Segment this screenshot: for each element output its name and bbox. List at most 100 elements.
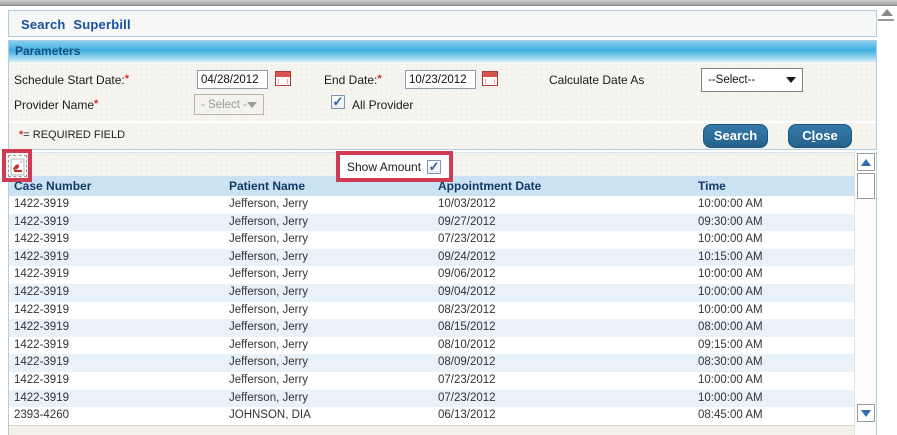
close-button[interactable]: Close: [788, 124, 852, 148]
table-row[interactable]: 1422-3919 Jefferson, Jerry 07/23/2012 10:00…: [9, 372, 855, 390]
all-provider-checkbox[interactable]: ✓: [331, 95, 345, 109]
show-amount-annotation-highlight: Show Amount ✓: [336, 151, 453, 182]
pdf-annotation-highlight: [2, 149, 32, 182]
table-cell: 07/23/2012: [438, 372, 496, 390]
grid-scrollbar-up-button[interactable]: [857, 153, 875, 171]
table-cell: 08/10/2012: [438, 337, 496, 355]
table-row[interactable]: 1422-3919Jefferson, Jerry07/23/201210:00…: [9, 390, 855, 408]
table-cell: Jefferson, Jerry: [229, 196, 308, 214]
provider-name-select[interactable]: - Select -: [194, 94, 264, 115]
table-cell: 08:00:00 AM: [698, 319, 763, 337]
calendar-icon-start-date[interactable]: [275, 71, 291, 86]
table-cell: 10:00:00 AM: [698, 302, 763, 320]
end-date-input[interactable]: [405, 70, 476, 89]
table-row[interactable]: 1422-3919 Jefferson, Jerry 07/23/2012 10:00…: [9, 231, 855, 249]
table-cell: 08/15/2012: [438, 319, 496, 337]
show-amount-checkbox[interactable]: ✓: [427, 160, 441, 174]
table-cell: Jefferson, Jerry: [229, 249, 308, 267]
table-cell: 10:00:00 AM: [698, 231, 763, 249]
end-date-label: End Date:*: [324, 73, 382, 87]
table-cell: 1422-3919: [14, 231, 69, 249]
required-asterisk: *: [377, 73, 381, 85]
table-cell: 1422-3919: [14, 390, 69, 408]
table-cell: 09/27/2012: [438, 214, 496, 232]
calculate-date-as-select[interactable]: --Select--: [701, 68, 803, 92]
table-cell: Jefferson, Jerry: [229, 266, 308, 284]
calculate-date-as-value: --Select--: [708, 74, 755, 86]
calendar-icon-end-date[interactable]: [482, 71, 498, 86]
column-header-appointment-date[interactable]: Appointment Date: [438, 176, 541, 196]
table-row[interactable]: 1422-3919Jefferson, Jerry09/04/201210:00…: [9, 284, 855, 302]
table-row[interactable]: 1422-3919 Jefferson, Jerry 08/23/2012 10:00…: [9, 302, 855, 320]
table-cell: 10:15:00 AM: [698, 249, 763, 267]
table-cell: 1422-3919: [14, 284, 69, 302]
table-cell: Jefferson, Jerry: [229, 231, 308, 249]
table-cell: Jefferson, Jerry: [229, 337, 308, 355]
all-provider-label: All Provider: [352, 98, 413, 112]
grid-scrollbar-thumb[interactable]: [857, 173, 875, 199]
table-cell: JOHNSON, DIA: [229, 407, 311, 425]
column-header-time[interactable]: Time: [698, 176, 726, 196]
table-cell: Jefferson, Jerry: [229, 302, 308, 320]
schedule-start-date-input[interactable]: [197, 70, 268, 89]
outer-scrollbar-up-icon[interactable]: [881, 9, 893, 16]
show-amount-label: Show Amount: [347, 160, 421, 174]
table-row[interactable]: 1422-3919Jefferson, Jerry10/03/201210:00…: [9, 196, 855, 214]
grid-scrollbar-down-button[interactable]: [857, 404, 875, 422]
table-row[interactable]: 1422-3919Jefferson, Jerry08/10/201209:15…: [9, 337, 855, 355]
table-cell: 09/24/2012: [438, 249, 496, 267]
table-cell: 1422-3919: [14, 302, 69, 320]
table-cell: 1422-3919: [14, 249, 69, 267]
table-cell: 10:00:00 AM: [698, 372, 763, 390]
calculate-date-as-label: Calculate Date As: [549, 73, 644, 87]
table-cell: 07/23/2012: [438, 231, 496, 249]
table-row[interactable]: 1422-3919 Jefferson, Jerry 09/24/2012 10:15…: [9, 249, 855, 267]
parameters-panel: Parameters Schedule Start Date:* End Dat…: [8, 40, 877, 150]
table-row[interactable]: 1422-3919Jefferson, Jerry09/27/201209:30…: [9, 214, 855, 232]
table-cell: 10:00:00 AM: [698, 266, 763, 284]
parameters-section-label: Parameters: [15, 44, 80, 58]
triangle-down-icon: [861, 410, 871, 417]
required-field-row: *= REQUIRED FIELD Search Close: [9, 123, 876, 149]
table-cell: 10:00:00 AM: [698, 284, 763, 302]
table-cell: 09/04/2012: [438, 284, 496, 302]
table-row[interactable]: 1422-3919Jefferson, Jerry08/15/201208:00…: [9, 319, 855, 337]
table-cell: 1422-3919: [14, 196, 69, 214]
triangle-up-icon: [861, 159, 871, 166]
required-asterisk: *: [94, 98, 98, 110]
table-cell: 08:30:00 AM: [698, 354, 763, 372]
table-cell: 09/06/2012: [438, 266, 496, 284]
column-header-patient-name[interactable]: Patient Name: [229, 176, 305, 196]
search-button[interactable]: Search: [703, 124, 768, 148]
search-superbill-window: Search Superbill Parameters Schedule Sta…: [0, 0, 897, 435]
required-asterisk: *: [125, 73, 129, 85]
table-cell: 10:00:00 AM: [698, 390, 763, 408]
table-cell: 08/23/2012: [438, 302, 496, 320]
provider-name-value: - Select -: [201, 99, 247, 111]
chevron-down-icon: [786, 77, 796, 83]
table-cell: 1422-3919: [14, 266, 69, 284]
table-cell: 08:45:00 AM: [698, 407, 763, 425]
title-bar: Search Superbill: [8, 10, 877, 37]
provider-name-label: Provider Name*: [14, 98, 98, 112]
outer-scrollbar-track[interactable]: [878, 19, 894, 21]
parameters-section-header: Parameters: [9, 41, 876, 62]
grid-scrollbar[interactable]: [854, 152, 876, 435]
table-cell: 2393-4260: [14, 407, 69, 425]
table-cell: Jefferson, Jerry: [229, 372, 308, 390]
table-row[interactable]: 1422-3919Jefferson, Jerry08/09/201208:30…: [9, 354, 855, 372]
schedule-start-date-label: Schedule Start Date:*: [14, 73, 129, 87]
parameters-form: Schedule Start Date:* End Date:* Calcula…: [9, 62, 876, 121]
table-cell: 1422-3919: [14, 319, 69, 337]
chevron-down-icon: [247, 102, 257, 108]
table-cell: 1422-3919: [14, 372, 69, 390]
results-footer-strip: [9, 425, 855, 435]
table-row[interactable]: 2393-4260JOHNSON, DIA06/13/201208:45:00 …: [9, 407, 855, 425]
table-row[interactable]: 1422-3919 Jefferson, Jerry 09/06/2012 10:00…: [9, 266, 855, 284]
results-panel: Case Number Patient Name Appointment Dat…: [8, 152, 877, 435]
page-title: Search Superbill: [21, 17, 131, 32]
pdf-export-icon[interactable]: [8, 155, 27, 177]
table-cell: 10/03/2012: [438, 196, 496, 214]
table-cell: 1422-3919: [14, 337, 69, 355]
window-edge: [0, 0, 897, 6]
